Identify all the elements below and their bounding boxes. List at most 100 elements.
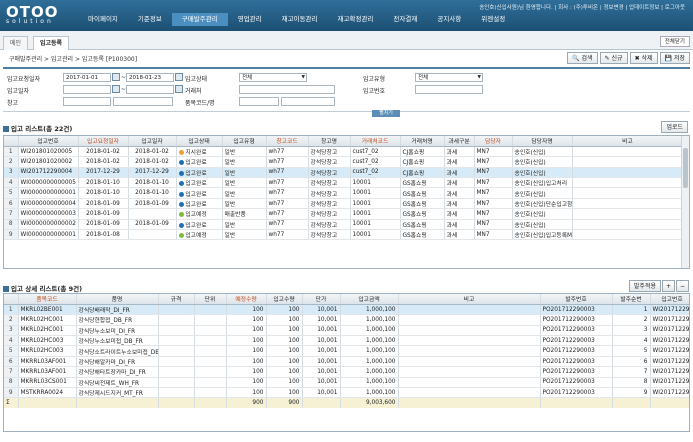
table-row[interactable]: 6 MKRRL03AF001 강식당해알카마_DI_FR 100 100 10,001 1,… [4,356,689,368]
table-cell[interactable]: 과세 [444,198,475,210]
item-name-input[interactable] [281,97,335,106]
table-cell[interactable]: 2018-01-09 [78,208,129,220]
table-cell[interactable]: WI0000000000004 [18,198,79,210]
table-cell[interactable]: 100 [226,366,267,378]
table-cell[interactable]: wh77 [266,156,309,168]
table-cell[interactable]: 100 [226,335,267,347]
date-to-input[interactable]: 2018-01-23 [126,73,174,82]
table-cell[interactable] [194,366,227,378]
table-cell[interactable] [398,345,541,357]
table-cell[interactable]: 2018-01-09 [128,219,177,231]
table-cell[interactable]: PO201712290003 [540,304,613,316]
table-cell[interactable]: PO201712290003 [540,335,613,347]
table-cell[interactable]: 100 [266,304,303,316]
list-header-cell[interactable]: 담당자명 [512,136,573,147]
table-cell[interactable] [572,177,684,189]
table-cell[interactable]: 100 [226,314,267,326]
table-cell[interactable] [194,387,227,399]
table-cell[interactable] [572,229,684,241]
menu-stock-confirm[interactable]: 재고확정관리 [328,13,384,26]
menu-mypage[interactable]: 마이페이지 [78,13,128,26]
table-cell[interactable] [572,156,684,168]
table-row[interactable]: 8 WI0000000000002 2018-01-09 2018-01-09 입고완… [4,219,684,231]
table-cell[interactable]: MKRL02HC001 [18,314,77,326]
table-cell[interactable]: 1,000,100 [340,335,399,347]
table-cell[interactable] [158,314,195,326]
table-cell[interactable]: 강석당창고 [308,198,351,210]
table-cell[interactable]: 100 [266,387,303,399]
table-cell[interactable] [398,387,541,399]
table-cell[interactable]: 과세 [444,229,475,241]
table-cell[interactable]: WI0000000000002 [18,219,79,231]
table-cell[interactable]: 송인호(신입)단순입고함니다. [512,198,573,210]
table-cell[interactable]: 일반 [222,187,267,199]
user-info[interactable]: 송인호(신입사원)님 환영합니다. | 회사 : (주)투비온 | 정보변경 |… [479,3,685,11]
table-cell[interactable]: 매출반품 [222,208,267,220]
table-cell[interactable]: 송인호(신입) [512,156,573,168]
table-cell[interactable]: 2018-01-02 [78,146,129,158]
table-cell[interactable]: 5 [612,345,651,357]
table-cell[interactable] [194,325,227,337]
table-cell[interactable]: cust7_02 [350,156,401,168]
table-cell[interactable]: 2018-01-10 [78,187,129,199]
detail-header-cell[interactable]: 비고 [398,294,541,305]
logo[interactable]: OTOO solution [6,3,59,25]
table-row[interactable]: 2 WI201801020002 2018-01-02 2018-01-02 입고완료… [4,156,684,168]
table-row[interactable]: 3 WI201712290004 2017-12-29 2017-12-29 입고완료… [4,167,684,179]
table-cell[interactable]: MN7 [474,208,513,220]
table-cell[interactable]: 2018-01-02 [128,156,177,168]
table-cell[interactable]: 강식당씨전제트_WH_FR [76,377,159,389]
table-cell[interactable]: WI201801020002 [18,156,79,168]
table-cell[interactable] [572,167,684,179]
table-cell[interactable]: 송인호(신입) [512,219,573,231]
table-cell[interactable] [398,356,541,368]
list-header-cell[interactable]: 담당자 [474,136,513,147]
table-cell[interactable]: 10,001 [302,314,341,326]
menu-approval[interactable]: 전자결재 [383,13,427,26]
in-no-input[interactable] [415,85,483,94]
table-cell[interactable] [398,304,541,316]
table-cell[interactable]: CJ홈쇼핑 [400,156,445,168]
tab-home[interactable]: 메인 [3,36,29,50]
table-cell[interactable]: WI20171229 [650,377,689,389]
detail-header-cell[interactable]: 품목코드 [18,294,77,305]
table-cell[interactable] [158,325,195,337]
table-cell[interactable]: 2018-01-02 [128,146,177,158]
detail-header-cell[interactable]: 규격 [158,294,195,305]
table-cell[interactable]: MN7 [474,167,513,179]
table-cell[interactable]: 100 [266,345,303,357]
table-cell[interactable]: MN7 [474,146,513,158]
table-cell[interactable]: 10,001 [302,304,341,316]
menu-purchase[interactable]: 구매발주관리 [171,13,228,26]
table-cell[interactable]: 강식당누소보미_DI_FR [76,325,159,337]
receipt-type-select[interactable]: 전체 [415,73,483,82]
table-cell[interactable]: 일반 [222,219,267,231]
table-cell[interactable]: 100 [266,325,303,337]
table-cell[interactable] [158,335,195,347]
detail-header-cell[interactable]: 품명 [76,294,159,305]
table-cell[interactable]: cust7_02 [350,167,401,179]
table-cell[interactable]: 송인호(신입)입고처리 [512,177,573,189]
table-cell[interactable]: WI20171229 [650,387,689,399]
table-cell[interactable]: 1,000,100 [340,377,399,389]
table-cell[interactable]: WI0000000000001 [18,229,79,241]
table-cell[interactable]: MKRRL03AF001 [18,366,77,378]
table-cell[interactable]: 과세 [444,219,475,231]
save-button[interactable]: 💾 저장 [659,52,690,64]
table-cell[interactable]: WI0000000000001 [18,187,79,199]
table-cell[interactable] [194,304,227,316]
detail-header-cell[interactable]: 예정수량 [226,294,267,305]
table-cell[interactable]: 강식당현합접_DB_FR [76,314,159,326]
list-header-cell[interactable]: 입고번호 [18,136,79,147]
list-header-cell[interactable]: 입고요청일자 [78,136,129,147]
table-cell[interactable]: 10,001 [302,387,341,399]
list-scroll-thumb[interactable] [683,148,688,188]
table-cell[interactable]: MKRL02HC001 [18,325,77,337]
table-row[interactable]: 1 MKRL02BE001 강식당배래작_DI_FR 100 100 10,001 1,00… [4,304,689,316]
table-cell[interactable] [158,304,195,316]
table-cell[interactable]: 10001 [350,219,401,231]
table-cell[interactable]: 1,000,100 [340,366,399,378]
table-cell[interactable]: 일반 [222,167,267,179]
table-cell[interactable]: 송인호(신입) [512,146,573,158]
add-row-icon[interactable]: + [661,280,675,292]
